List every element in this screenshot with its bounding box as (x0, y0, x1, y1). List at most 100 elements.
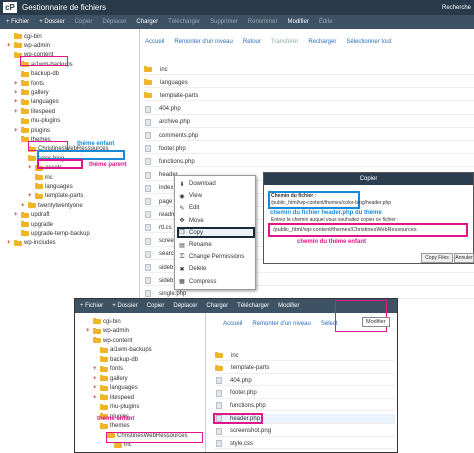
nav-button-3[interactable]: Transférer (271, 39, 298, 45)
file-row[interactable]: functions.php (144, 157, 474, 168)
destination-input[interactable]: /public_html/wp-content/themes/Christine… (268, 223, 468, 237)
tree-item[interactable]: + wp-admin (86, 327, 129, 336)
toolbar-button-0[interactable]: + Fichier (6, 19, 29, 25)
context-menu-item[interactable]: ⬇ Download (179, 179, 215, 189)
tree-item[interactable]: cgi-bin (86, 317, 121, 326)
context-menu-item[interactable]: ✥ Move (179, 216, 203, 226)
tree-item[interactable]: upgrade (14, 220, 53, 229)
tree-item[interactable]: inc (28, 173, 53, 182)
file-row[interactable]: footer.php (144, 144, 474, 155)
expand-icon[interactable]: + (7, 43, 14, 49)
tree-item[interactable]: cgi-bin (7, 32, 42, 41)
file-row[interactable]: footer.php (215, 389, 395, 399)
expand-icon[interactable]: + (7, 240, 14, 246)
nav-button-4[interactable]: Recharger (308, 39, 336, 45)
expand-icon[interactable]: + (14, 99, 21, 105)
second-toolbar-button-2[interactable]: Copier (147, 303, 165, 309)
toolbar-button-1[interactable]: + Dossier (39, 19, 65, 25)
file-row[interactable]: screenshot.png (215, 427, 395, 437)
second-toolbar-button-0[interactable]: + Fichier (80, 303, 103, 309)
tree-item[interactable]: backup-db (93, 355, 138, 364)
tree-item[interactable]: mu-plugins (93, 403, 139, 412)
tree-item[interactable]: languages (28, 182, 73, 191)
tree-item[interactable]: + gallery (93, 374, 128, 383)
file-row[interactable]: languages (144, 78, 474, 89)
nav-button-0[interactable]: Accueil (145, 39, 164, 45)
expand-icon[interactable]: + (93, 366, 100, 372)
expand-icon[interactable]: + (28, 193, 35, 199)
toolbar-button-4[interactable]: Charger (136, 19, 158, 25)
nav-button-2[interactable]: Retour (243, 39, 261, 45)
nav-button-1[interactable]: Remonter d'un niveau (174, 39, 233, 45)
toolbar-button-6[interactable]: Supprimer (210, 19, 238, 25)
file-row[interactable]: inc (144, 65, 474, 75)
search-link[interactable]: Recherche (442, 5, 471, 11)
file-row[interactable]: functions.php (215, 401, 395, 412)
tree-item[interactable]: + fonts (93, 365, 123, 374)
second-toolbar-button-6[interactable]: Modifier (278, 303, 299, 309)
context-menu-item[interactable]: ◉ View (179, 191, 202, 201)
file-row[interactable]: header.php (213, 413, 395, 424)
file-row[interactable]: style.css (215, 439, 395, 450)
copy-files-button[interactable]: Copy Files (421, 253, 453, 263)
tree-item[interactable]: + litespeed (93, 393, 134, 402)
tree-item[interactable]: wp-content (86, 336, 132, 345)
tree-item[interactable]: themes (93, 422, 130, 431)
toolbar-button-2[interactable]: Copier (75, 19, 93, 25)
tree-item[interactable]: upgrade-temp-backup (14, 229, 90, 238)
tree-item[interactable]: + languages (14, 98, 59, 107)
toolbar-button-9[interactable]: Édite (319, 19, 333, 25)
cancel-button[interactable]: Annuler (454, 253, 474, 263)
second-toolbar-button-5[interactable]: Télécharger (237, 303, 269, 309)
file-row[interactable]: 404.php (215, 376, 395, 387)
tree-item[interactable]: + plugins (14, 126, 50, 135)
expand-icon[interactable]: + (14, 109, 21, 115)
file-row[interactable]: archive.php (144, 118, 474, 128)
second-nav-button-0[interactable]: Accueil (223, 321, 242, 327)
context-menu-item[interactable]: ✎ Edit (179, 203, 199, 213)
second-toolbar-button-1[interactable]: + Dossier (112, 303, 138, 309)
tree-item[interactable]: + wp-includes (7, 239, 56, 248)
file-row[interactable]: template-parts (144, 91, 474, 102)
second-nav-button-2[interactable]: Sélect (321, 321, 338, 327)
tree-item[interactable]: + wp-admin (7, 41, 50, 50)
tree-item[interactable]: + twentytwentyone (21, 201, 83, 210)
expand-icon[interactable]: + (14, 128, 21, 134)
expand-icon[interactable]: + (93, 385, 100, 391)
second-toolbar-button-4[interactable]: Charger (206, 303, 228, 309)
file-row[interactable]: 404.php (144, 105, 474, 115)
tree-item[interactable]: + gallery (14, 88, 49, 97)
tree-item[interactable]: + fonts (14, 79, 44, 88)
tree-item[interactable]: + template-parts (28, 192, 83, 201)
tree-item[interactable]: + languages (93, 384, 138, 393)
context-menu-item[interactable]: ✖ Delete (179, 264, 206, 274)
expand-icon[interactable]: + (93, 395, 100, 401)
expand-icon[interactable]: + (14, 90, 21, 96)
toolbar-button-5[interactable]: Télécharger (168, 19, 200, 25)
nav-button-5[interactable]: Sélectionner tout (346, 39, 391, 45)
tree-item[interactable]: backup-db (14, 70, 59, 79)
tree-item[interactable]: ai1wm-backups (93, 346, 152, 355)
second-screenshot: + Fichier + Dossier Copier Déplacer Charger T… (74, 298, 398, 453)
context-menu-item[interactable]: ▦ Compress (179, 277, 216, 287)
second-toolbar-button-3[interactable]: Déplacer (173, 303, 197, 309)
expand-icon[interactable]: + (14, 212, 21, 218)
file-row[interactable]: template-parts (215, 364, 395, 374)
expand-icon[interactable]: + (93, 376, 100, 382)
context-menu-item[interactable]: ❐ Copy (179, 228, 203, 238)
context-menu-item[interactable]: ⚿ Change Permissions (179, 252, 245, 262)
second-nav-button-1[interactable]: Remonter d'un niveau (252, 321, 311, 327)
expand-icon[interactable]: + (28, 165, 35, 171)
expand-icon[interactable]: + (86, 328, 93, 334)
toolbar-button-8[interactable]: Modifier (287, 19, 308, 25)
tree-item[interactable]: mu-plugins (14, 117, 60, 126)
context-menu-item[interactable]: ▤ Rename (179, 240, 212, 250)
toolbar-button-3[interactable]: Déplacer (102, 19, 126, 25)
file-row[interactable]: inc (215, 351, 395, 361)
tree-item[interactable]: + updraft (14, 211, 50, 220)
tree-item[interactable]: + litespeed (14, 107, 55, 116)
toolbar-button-7[interactable]: Renommer (248, 19, 278, 25)
expand-icon[interactable]: + (21, 203, 28, 209)
file-row[interactable]: comments.php (144, 131, 474, 141)
expand-icon[interactable]: + (14, 81, 21, 87)
